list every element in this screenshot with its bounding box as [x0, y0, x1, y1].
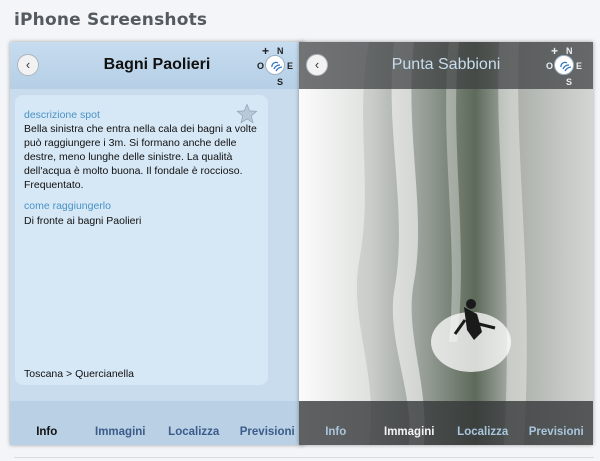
description-text: Bella sinistra che entra nella cala dei … [24, 123, 257, 191]
compass-dial-icon [265, 55, 285, 75]
compass-east-label: E [287, 61, 294, 71]
compass-south-label: S [277, 77, 284, 87]
page-heading: iPhone Screenshots [14, 10, 208, 30]
screenshot-info: ‹ Bagni Paolieri + N O E S descrizione s… [10, 42, 304, 445]
tab-previsioni[interactable]: Previsioni [231, 401, 305, 445]
surf-photo[interactable] [299, 42, 593, 445]
compass-west-label: O [546, 61, 554, 71]
compass-dial-icon [554, 55, 574, 75]
divider [14, 457, 594, 458]
compass-icon[interactable]: + N O E S [254, 44, 296, 87]
info-card: descrizione spot Bella sinistra che entr… [15, 95, 268, 385]
tab-bar: Info Immagini Localizza Previsioni [299, 401, 593, 445]
directions-text: Di fronte ai bagni Paolieri [24, 215, 142, 227]
back-button[interactable]: ‹ [17, 54, 39, 76]
page-title: Punta Sabbioni [391, 56, 501, 73]
tab-immagini[interactable]: Immagini [373, 401, 447, 445]
page-title: Bagni Paolieri [103, 56, 211, 73]
compass-south-label: S [566, 77, 573, 87]
nav-bar: ‹ Bagni Paolieri + N O E S [10, 42, 304, 89]
tab-info[interactable]: Info [299, 401, 373, 445]
screenshot-images: ‹ Punta Sabbioni + N O E S Info Immagini… [299, 42, 593, 445]
compass-icon[interactable]: + N O E S [543, 44, 585, 87]
nav-bar: ‹ Punta Sabbioni + N O E S [299, 42, 593, 89]
compass-west-label: O [257, 61, 265, 71]
tab-localizza[interactable]: Localizza [446, 401, 520, 445]
tab-previsioni[interactable]: Previsioni [520, 401, 594, 445]
tab-immagini[interactable]: Immagini [84, 401, 158, 445]
directions-label: come raggiungerlo [24, 200, 111, 212]
compass-east-label: E [576, 61, 583, 71]
tab-bar: Info Immagini Localizza Previsioni [10, 401, 304, 445]
breadcrumb: Toscana > Quercianella [24, 368, 135, 380]
description-label: descrizione spot [24, 109, 100, 121]
tab-info[interactable]: Info [10, 401, 84, 445]
back-button[interactable]: ‹ [306, 54, 328, 76]
tab-localizza[interactable]: Localizza [157, 401, 231, 445]
